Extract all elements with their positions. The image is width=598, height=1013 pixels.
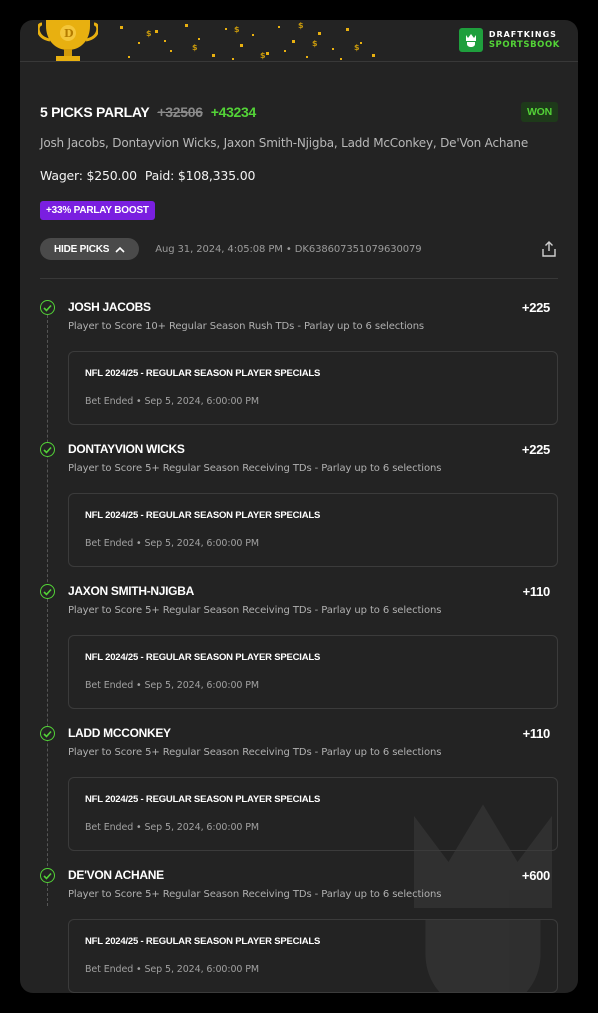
event-status: Bet Ended • Sep 5, 2024, 6:00:00 PM — [85, 964, 259, 975]
pick-description: Player to Score 5+ Regular Season Receiv… — [68, 463, 442, 474]
check-circle-icon — [40, 300, 55, 315]
brand-subname: SPORTSBOOK — [488, 39, 560, 50]
event-box: NFL 2024/25 - REGULAR SEASON PLAYER SPEC… — [68, 493, 558, 567]
pick-item: LADD MCCONKEY +110 Player to Score 5+ Re… — [40, 704, 558, 851]
event-status: Bet Ended • Sep 5, 2024, 6:00:00 PM — [85, 396, 259, 407]
pick-item: JAXON SMITH-NJIGBA +110 Player to Score … — [40, 562, 558, 709]
pick-player-name: DE'VON ACHANE — [68, 868, 164, 882]
pick-description: Player to Score 5+ Regular Season Receiv… — [68, 747, 442, 758]
event-title: NFL 2024/25 - REGULAR SEASON PLAYER SPEC… — [85, 936, 321, 947]
svg-text:D: D — [64, 27, 74, 40]
pick-odds: +110 — [522, 584, 551, 599]
bet-card: $ $ $ $ $ $ $ D DRAFTKINGS SPORTSBOOK 5 … — [20, 20, 578, 993]
bet-header: 5 PICKS PARLAY +32506 +43234 WON Josh Ja… — [40, 82, 558, 260]
hide-picks-label: HIDE PICKS — [54, 243, 110, 255]
svg-text:$: $ — [298, 21, 304, 30]
pick-item: DONTAYVION WICKS +225 Player to Score 5+… — [40, 420, 558, 567]
check-circle-icon — [40, 868, 55, 883]
win-banner: $ $ $ $ $ $ $ D DRAFTKINGS SPORTSBOOK — [20, 20, 578, 62]
pick-item: JOSH JACOBS +225 Player to Score 10+ Reg… — [40, 278, 558, 425]
event-status: Bet Ended • Sep 5, 2024, 6:00:00 PM — [85, 680, 259, 691]
svg-text:$: $ — [234, 25, 240, 34]
pick-odds: +600 — [521, 868, 550, 883]
original-odds: +32506 — [157, 104, 203, 120]
event-status: Bet Ended • Sep 5, 2024, 6:00:00 PM — [85, 822, 259, 833]
pick-odds: +110 — [522, 726, 551, 741]
pick-player-name: LADD MCCONKEY — [68, 726, 171, 740]
pick-description: Player to Score 10+ Regular Season Rush … — [68, 321, 425, 332]
pick-description: Player to Score 5+ Regular Season Receiv… — [68, 605, 442, 616]
svg-text:$: $ — [260, 51, 266, 60]
event-title: NFL 2024/25 - REGULAR SEASON PLAYER SPEC… — [85, 368, 321, 379]
parlay-boost-badge: +33% PARLAY BOOST — [40, 201, 155, 220]
bet-title: 5 PICKS PARLAY — [40, 104, 150, 120]
hide-picks-button[interactable]: HIDE PICKS — [40, 238, 140, 260]
pick-item: DE'VON ACHANE +600 Player to Score 5+ Re… — [40, 846, 558, 993]
chevron-up-icon — [115, 246, 125, 253]
boosted-odds: +43234 — [210, 104, 257, 120]
event-title: NFL 2024/25 - REGULAR SEASON PLAYER SPEC… — [85, 652, 321, 663]
event-status: Bet Ended • Sep 5, 2024, 6:00:00 PM — [85, 538, 259, 549]
svg-text:$: $ — [354, 43, 360, 52]
wager-amount: Wager: $250.00 — [40, 168, 137, 183]
event-box: NFL 2024/25 - REGULAR SEASON PLAYER SPEC… — [68, 777, 558, 851]
svg-text:$: $ — [192, 43, 198, 52]
event-title: NFL 2024/25 - REGULAR SEASON PLAYER SPEC… — [85, 510, 321, 521]
event-box: NFL 2024/25 - REGULAR SEASON PLAYER SPEC… — [68, 351, 558, 425]
event-box: NFL 2024/25 - REGULAR SEASON PLAYER SPEC… — [68, 919, 558, 993]
event-title: NFL 2024/25 - REGULAR SEASON PLAYER SPEC… — [85, 794, 321, 805]
check-circle-icon — [40, 726, 55, 741]
check-circle-icon — [40, 584, 55, 599]
brand-name: DRAFTKINGS — [488, 29, 557, 39]
svg-text:$: $ — [312, 39, 318, 48]
trophy-icon: D — [38, 20, 98, 61]
pick-player-name: JAXON SMITH-NJIGBA — [68, 584, 194, 598]
pick-player-name: DONTAYVION WICKS — [68, 442, 185, 456]
check-circle-icon — [40, 442, 55, 457]
svg-text:$: $ — [146, 29, 152, 38]
status-badge: WON — [520, 102, 558, 122]
pick-odds: +225 — [521, 442, 550, 457]
players-list: Josh Jacobs, Dontayvion Wicks, Jaxon Smi… — [40, 136, 529, 150]
event-box: NFL 2024/25 - REGULAR SEASON PLAYER SPEC… — [68, 635, 558, 709]
pick-description: Player to Score 5+ Regular Season Receiv… — [68, 889, 442, 900]
share-icon[interactable] — [540, 240, 558, 258]
draftkings-crown-icon — [458, 28, 483, 52]
pick-player-name: JOSH JACOBS — [68, 300, 151, 314]
paid-amount: Paid: $108,335.00 — [144, 168, 256, 183]
draftkings-logo: DRAFTKINGS SPORTSBOOK — [458, 28, 560, 52]
pick-odds: +225 — [521, 300, 550, 315]
bet-timestamp-id: Aug 31, 2024, 4:05:08 PM • DK63860735107… — [155, 243, 422, 255]
